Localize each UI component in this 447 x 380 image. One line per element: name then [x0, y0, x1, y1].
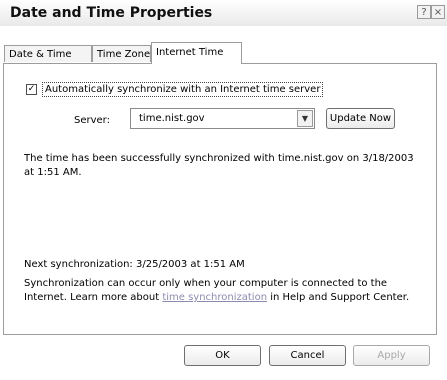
sync-note-suffix: in Help and Support Center. [267, 292, 410, 303]
auto-sync-label[interactable]: Automatically synchronize with an Intern… [42, 82, 324, 97]
ok-button[interactable]: OK [184, 345, 261, 366]
chevron-down-icon: ▼ [301, 114, 309, 123]
time-sync-link[interactable]: time synchronization [162, 292, 267, 303]
title-bar: Date and Time Properties ? × [0, 0, 447, 27]
tab-internet-time[interactable]: Internet Time [151, 42, 242, 64]
checkmark-icon: ✓ [27, 84, 36, 94]
cancel-button[interactable]: Cancel [269, 345, 346, 366]
server-combobox[interactable]: time.nist.gov [130, 108, 315, 129]
tab-date-time[interactable]: Date & Time [4, 45, 92, 62]
next-sync-text: Next synchronization: 3/25/2003 at 1:51 … [24, 259, 245, 270]
apply-button[interactable]: Apply [353, 345, 430, 366]
dialog-body: Date & Time Time Zone Internet Time ✓ Au… [0, 26, 447, 380]
update-now-button[interactable]: Update Now [326, 108, 395, 129]
close-button[interactable]: × [431, 5, 445, 19]
server-dropdown-button[interactable]: ▼ [297, 110, 313, 127]
sync-status-message: The time has been successfully synchroni… [24, 153, 414, 178]
tab-time-zone[interactable]: Time Zone [92, 45, 151, 62]
server-value: time.nist.gov [139, 113, 205, 124]
sync-note: Synchronization can occur only when your… [24, 277, 429, 305]
window-title: Date and Time Properties [10, 5, 213, 21]
server-label: Server: [74, 115, 110, 126]
help-button[interactable]: ? [417, 5, 431, 19]
auto-sync-checkbox[interactable]: ✓ [26, 84, 37, 95]
